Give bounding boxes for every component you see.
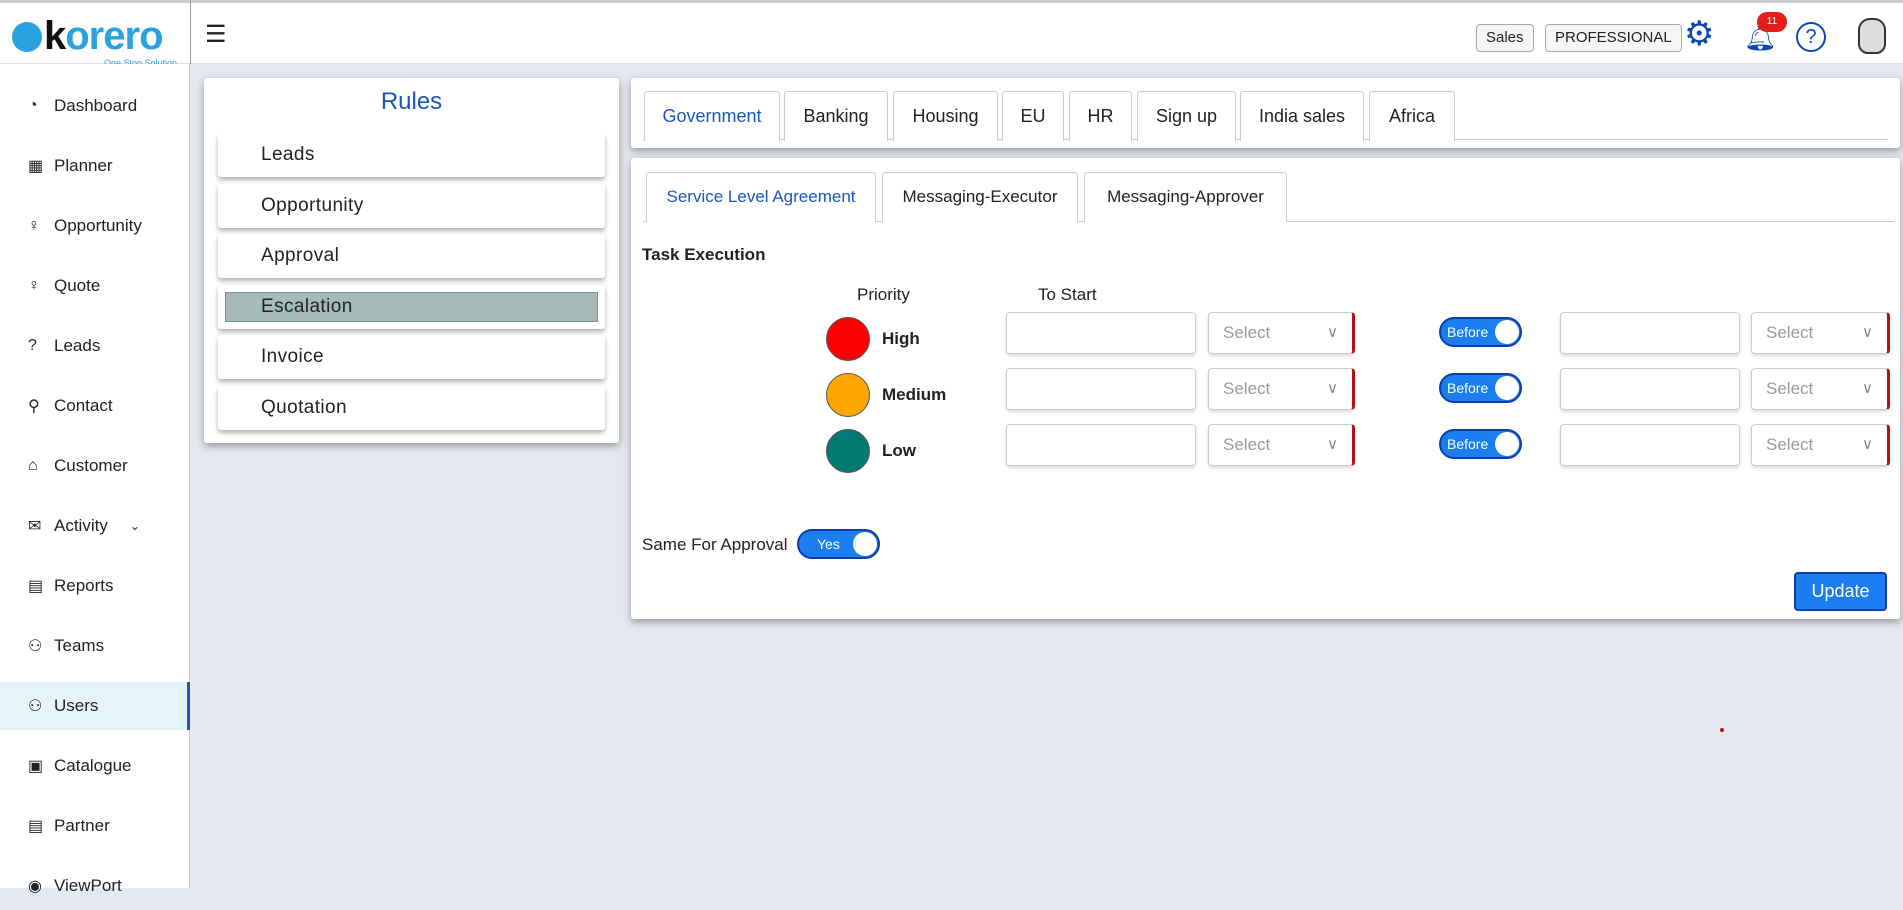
red-dot (1720, 728, 1724, 732)
bank-icon: ⌂ (28, 457, 38, 474)
escalation-value-input[interactable] (1560, 312, 1740, 354)
to-start-header: To Start (1038, 285, 1097, 304)
notification-badge: 11 (1757, 12, 1787, 32)
rule-item-approval[interactable]: Approval (218, 234, 605, 279)
subtab-messaging-approver[interactable]: Messaging-Approver (1084, 172, 1287, 222)
priority-high-dot (826, 317, 870, 361)
escalation-value-input[interactable] (1560, 424, 1740, 466)
tab-banking[interactable]: Banking (784, 91, 888, 141)
sidebar-item-dashboard[interactable]: ◔ Dashboard (0, 82, 190, 130)
start-unit-select[interactable]: Select ∨ (1208, 424, 1355, 466)
start-unit-select[interactable]: Select ∨ (1208, 368, 1355, 410)
same-for-approval-toggle[interactable]: Yes (797, 529, 880, 559)
sidebar-item-reports[interactable]: ▤ Reports (0, 562, 190, 610)
sidebar-item-quote[interactable]: ♀ Quote (0, 262, 190, 310)
chevron-down-icon: ∨ (1862, 380, 1873, 397)
tab-government[interactable]: Government (644, 91, 780, 141)
section-title: Task Execution (642, 245, 766, 264)
tab-eu[interactable]: EU (1002, 91, 1064, 141)
start-value-input[interactable] (1006, 368, 1196, 410)
chevron-down-icon: ∨ (1327, 380, 1338, 397)
start-value-input[interactable] (1006, 424, 1196, 466)
chevron-down-icon: ∨ (1862, 436, 1873, 453)
mail-icon: ✉ (28, 518, 42, 535)
question-icon: ? (28, 337, 37, 354)
divider (190, 0, 191, 64)
priority-label: High (882, 329, 920, 348)
sidebar-item-users[interactable]: ⚇ Users (0, 682, 190, 730)
before-toggle[interactable]: Before (1439, 317, 1522, 347)
calendar-icon: ▦ (28, 158, 44, 175)
escalation-unit-select[interactable]: Select ∨ (1751, 424, 1890, 466)
priority-medium-dot (826, 373, 870, 417)
rules-title: Rules (380, 88, 443, 115)
rule-item-opportunity[interactable]: Opportunity (218, 183, 605, 228)
tab-india-sales[interactable]: India sales (1240, 91, 1364, 141)
tab-sign-up[interactable]: Sign up (1137, 91, 1236, 141)
escalation-unit-select[interactable]: Select ∨ (1751, 312, 1890, 354)
menu-collapse-icon[interactable]: ☰ (205, 20, 227, 49)
update-button[interactable]: Update (1794, 572, 1887, 611)
rule-item-escalation[interactable]: Escalation (218, 284, 605, 329)
rule-item-invoice[interactable]: Invoice (218, 335, 605, 380)
priority-header: Priority (857, 285, 910, 304)
escalation-value-input[interactable] (1560, 368, 1740, 410)
sidebar-item-teams[interactable]: ⚇ Teams (0, 622, 190, 670)
document-icon: ▤ (28, 818, 44, 835)
tab-housing[interactable]: Housing (893, 91, 998, 141)
start-unit-select[interactable]: Select ∨ (1208, 312, 1355, 354)
sidebar-item-partner[interactable]: ▤ Partner (0, 802, 190, 850)
start-value-input[interactable] (1006, 312, 1196, 354)
sidebar-item-viewport[interactable]: ◉ ViewPort (0, 862, 190, 910)
rule-item-quotation[interactable]: Quotation (218, 386, 605, 430)
before-toggle[interactable]: Before (1439, 429, 1522, 459)
priority-low-dot (826, 429, 870, 473)
grid-icon: ▣ (28, 758, 44, 775)
escalation-unit-select[interactable]: Select ∨ (1751, 368, 1890, 410)
priority-label: Medium (882, 385, 947, 404)
gear-icon[interactable]: ⚙ (1684, 14, 1714, 54)
chevron-down-icon: ∨ (1862, 324, 1873, 341)
sidebar-item-planner[interactable]: ▦ Planner (0, 142, 190, 190)
sidebar-item-customer[interactable]: ⌂ Customer (0, 442, 190, 490)
chevron-down-icon: ∨ (1327, 436, 1338, 453)
subtab-service-level-agreement[interactable]: Service Level Agreement (646, 172, 876, 222)
team-icon: ⚇ (28, 638, 43, 655)
sidebar: ◔ Dashboard ▦ Planner ♀ Opportunity ♀ Quote ? Lea… (0, 64, 190, 895)
file-icon: ▤ (28, 578, 44, 595)
help-icon[interactable]: ? (1796, 22, 1826, 52)
user-icon: ⚲ (28, 398, 40, 415)
role-pill[interactable]: Sales (1476, 24, 1534, 52)
rule-item-leads[interactable]: Leads (218, 133, 605, 177)
avatar[interactable] (1858, 18, 1886, 54)
eye-icon: ◉ (28, 878, 42, 895)
sidebar-item-catalogue[interactable]: ▣ Catalogue (0, 742, 190, 790)
bulb-icon: ♀ (28, 277, 40, 294)
sidebar-item-leads[interactable]: ? Leads (0, 322, 190, 370)
korero-logo: korero One Stop Solution (12, 14, 177, 68)
sidebar-item-contact[interactable]: ⚲ Contact (0, 382, 190, 430)
chevron-down-icon: ∨ (1327, 324, 1338, 341)
chevron-down-icon: ⌄ (129, 519, 140, 533)
dashboard-icon: ◔ (28, 97, 38, 114)
tab-africa[interactable]: Africa (1369, 91, 1455, 141)
plan-pill[interactable]: PROFESSIONAL (1545, 24, 1682, 52)
same-for-approval-label: Same For Approval (642, 535, 788, 554)
priority-label: Low (882, 441, 916, 460)
tab-hr[interactable]: HR (1069, 91, 1132, 141)
sidebar-item-opportunity[interactable]: ♀ Opportunity (0, 202, 190, 250)
before-toggle[interactable]: Before (1439, 373, 1522, 403)
subtab-messaging-executor[interactable]: Messaging-Executor (882, 172, 1078, 222)
sidebar-item-activity[interactable]: ✉ Activity ⌄ (0, 502, 190, 550)
users-icon: ⚇ (28, 698, 43, 715)
bulb-icon: ♀ (28, 217, 40, 234)
